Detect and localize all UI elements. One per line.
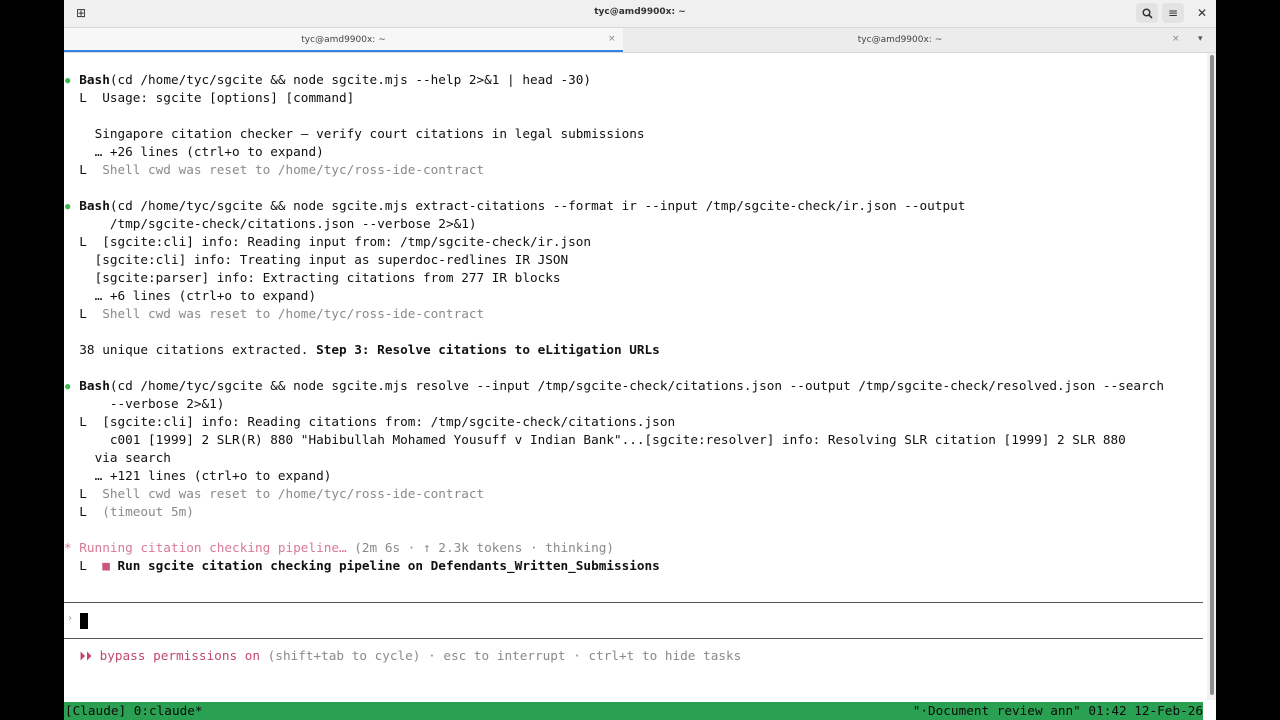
output-line: via search — [64, 449, 171, 467]
scrollbar-thumb[interactable] — [1210, 55, 1214, 695]
close-window-button[interactable]: ✕ — [1191, 3, 1213, 23]
cwd-reset-text: Shell cwd was reset to /home/tyc/ross-id… — [102, 486, 485, 501]
cwd-reset-text: Shell cwd was reset to /home/tyc/ross-id… — [102, 306, 485, 321]
tab-terminal-2[interactable]: tyc@amd9900x: ~ × — [624, 28, 1180, 52]
output-line: … +6 lines (ctrl+o to expand) — [64, 287, 317, 305]
search-icon — [1141, 7, 1153, 19]
close-icon: ✕ — [1196, 6, 1208, 20]
output-line: L [sgcite:cli] info: Reading input from:… — [64, 233, 591, 251]
assistant-message: 38 unique citations extracted. Step 3: R… — [64, 341, 660, 359]
tree-corner-icon: L — [79, 558, 87, 573]
cwd-reset-text: Shell cwd was reset to /home/tyc/ross-id… — [102, 162, 485, 177]
task-square-icon: ■ — [102, 558, 110, 573]
tool-command: --verbose 2>&1) — [109, 396, 225, 411]
output-line: c001 [1999] 2 SLR(R) 880 "Habibullah Moh… — [64, 431, 1126, 449]
bypass-arrows-icon: ⏵⏵ — [79, 648, 100, 663]
output-text: Singapore citation checker — verify cour… — [94, 126, 645, 141]
output-line: L Shell cwd was reset to /home/tyc/ross-… — [64, 305, 484, 323]
hint-text: (shift+tab to cycle) · esc to interrupt … — [260, 648, 742, 663]
input-divider — [64, 602, 1203, 603]
output-line: L [sgcite:cli] info: Reading citations f… — [64, 413, 675, 431]
tmux-status-bar: [Claude] 0:claude* "·Document review ann… — [64, 702, 1203, 720]
output-line: [sgcite:cli] info: Treating input as sup… — [64, 251, 569, 269]
task-label: Run sgcite citation checking pipeline on… — [117, 558, 660, 573]
output-line: /tmp/sgcite-check/citations.json --verbo… — [64, 215, 477, 233]
output-line: L Shell cwd was reset to /home/tyc/ross-… — [64, 485, 484, 503]
status-right: "·Document review ann" 01:42 12-Feb-26 — [912, 703, 1203, 718]
output-text: via search — [94, 450, 171, 465]
window-title: tyc@amd9900x: ~ — [594, 7, 686, 17]
tree-corner-icon: L — [79, 414, 87, 429]
status-bullet-icon: ● — [65, 202, 71, 212]
search-button[interactable] — [1136, 3, 1158, 23]
tool-command: (cd /home/tyc/sgcite && node sgcite.mjs … — [109, 72, 592, 87]
output-line: … +26 lines (ctrl+o to expand) — [64, 143, 324, 161]
menu-button[interactable]: ≡ — [1162, 3, 1184, 23]
message-text: 38 unique citations extracted. — [79, 342, 317, 357]
tab-label: tyc@amd9900x: ~ — [301, 35, 386, 45]
running-label: Running citation checking pipeline… — [79, 540, 347, 555]
output-text: [sgcite:cli] info: Treating input as sup… — [94, 252, 569, 267]
output-text: … +6 lines (ctrl+o to expand) — [94, 288, 317, 303]
output-text: [sgcite:cli] info: Reading citations fro… — [102, 414, 676, 429]
hint-line: ⏵⏵ bypass permissions on (shift+tab to c… — [64, 647, 741, 665]
timeout-text: (timeout 5m) — [102, 504, 194, 519]
output-text: Usage: sgcite [options] [command] — [102, 90, 355, 105]
output-line: [sgcite:parser] info: Extracting citatio… — [64, 269, 561, 287]
tool-name: Bash — [79, 72, 110, 87]
status-left: [Claude] 0:claude* — [65, 703, 203, 718]
tab-close-icon[interactable]: × — [608, 34, 616, 44]
tab-label: tyc@amd9900x: ~ — [857, 35, 943, 45]
output-line: … +121 lines (ctrl+o to expand) — [64, 467, 332, 485]
text-cursor[interactable] — [80, 613, 88, 629]
tool-name: Bash — [79, 378, 110, 393]
tree-corner-icon: L — [79, 504, 87, 519]
tool-command: (cd /home/tyc/sgcite && node sgcite.mjs … — [109, 378, 1164, 393]
tool-name: Bash — [79, 198, 110, 213]
status-bullet-icon: ● — [65, 382, 71, 392]
tool-command: /tmp/sgcite-check/citations.json --verbo… — [109, 216, 477, 231]
permission-mode: bypass permissions on — [99, 648, 261, 663]
tab-close-icon[interactable]: × — [1172, 34, 1180, 44]
output-line: L Shell cwd was reset to /home/tyc/ross-… — [64, 161, 484, 179]
tree-corner-icon: L — [79, 234, 87, 249]
tree-corner-icon: L — [79, 90, 87, 105]
input-divider — [64, 638, 1203, 639]
output-line: L Usage: sgcite [options] [command] — [64, 89, 354, 107]
output-line: Singapore citation checker — verify cour… — [64, 125, 645, 143]
tool-command: (cd /home/tyc/sgcite && node sgcite.mjs … — [109, 198, 966, 213]
tab-terminal-1[interactable]: tyc@amd9900x: ~ × — [64, 28, 623, 52]
tool-call-line: ● Bash(cd /home/tyc/sgcite && node sgcit… — [64, 197, 965, 215]
output-text: … +26 lines (ctrl+o to expand) — [94, 144, 324, 159]
output-text: … +121 lines (ctrl+o to expand) — [94, 468, 332, 483]
scrollbar[interactable] — [1207, 53, 1216, 700]
task-line: L ■ Run sgcite citation checking pipelin… — [64, 557, 660, 575]
title-bar: ⊞ tyc@amd9900x: ~ ≡ ✕ — [64, 0, 1216, 28]
output-text: [sgcite:parser] info: Extracting citatio… — [94, 270, 561, 285]
tool-call-line: ● Bash(cd /home/tyc/sgcite && node sgcit… — [64, 377, 1164, 395]
output-line: L (timeout 5m) — [64, 503, 194, 521]
message-heading: Step 3: Resolve citations to eLitigation… — [316, 342, 660, 357]
tree-corner-icon: L — [79, 486, 87, 501]
running-status-line: * Running citation checking pipeline… (2… — [64, 539, 614, 557]
terminal-window: ⊞ tyc@amd9900x: ~ ≡ ✕ tyc@amd9900x: ~ × … — [64, 0, 1216, 720]
chevron-down-icon[interactable]: ▾ — [1198, 34, 1203, 44]
tree-corner-icon: L — [79, 306, 87, 321]
running-meta: (2m 6s · ↑ 2.3k tokens · thinking) — [346, 540, 614, 555]
output-text: c001 [1999] 2 SLR(R) 880 "Habibullah Moh… — [109, 432, 1126, 447]
tab-bar: tyc@amd9900x: ~ × tyc@amd9900x: ~ × ▾ — [64, 28, 1216, 53]
output-text: [sgcite:cli] info: Reading input from: /… — [102, 234, 592, 249]
output-line: --verbose 2>&1) — [64, 395, 225, 413]
tool-call-line: ● Bash(cd /home/tyc/sgcite && node sgcit… — [64, 71, 591, 89]
tree-corner-icon: L — [79, 162, 87, 177]
spinner-icon: * — [64, 540, 72, 555]
status-bullet-icon: ● — [65, 76, 71, 86]
hamburger-menu-icon: ≡ — [1167, 6, 1179, 20]
terminal-output[interactable]: ● Bash(cd /home/tyc/sgcite && node sgcit… — [64, 53, 1207, 720]
prompt-chevron-icon: › — [67, 613, 74, 624]
